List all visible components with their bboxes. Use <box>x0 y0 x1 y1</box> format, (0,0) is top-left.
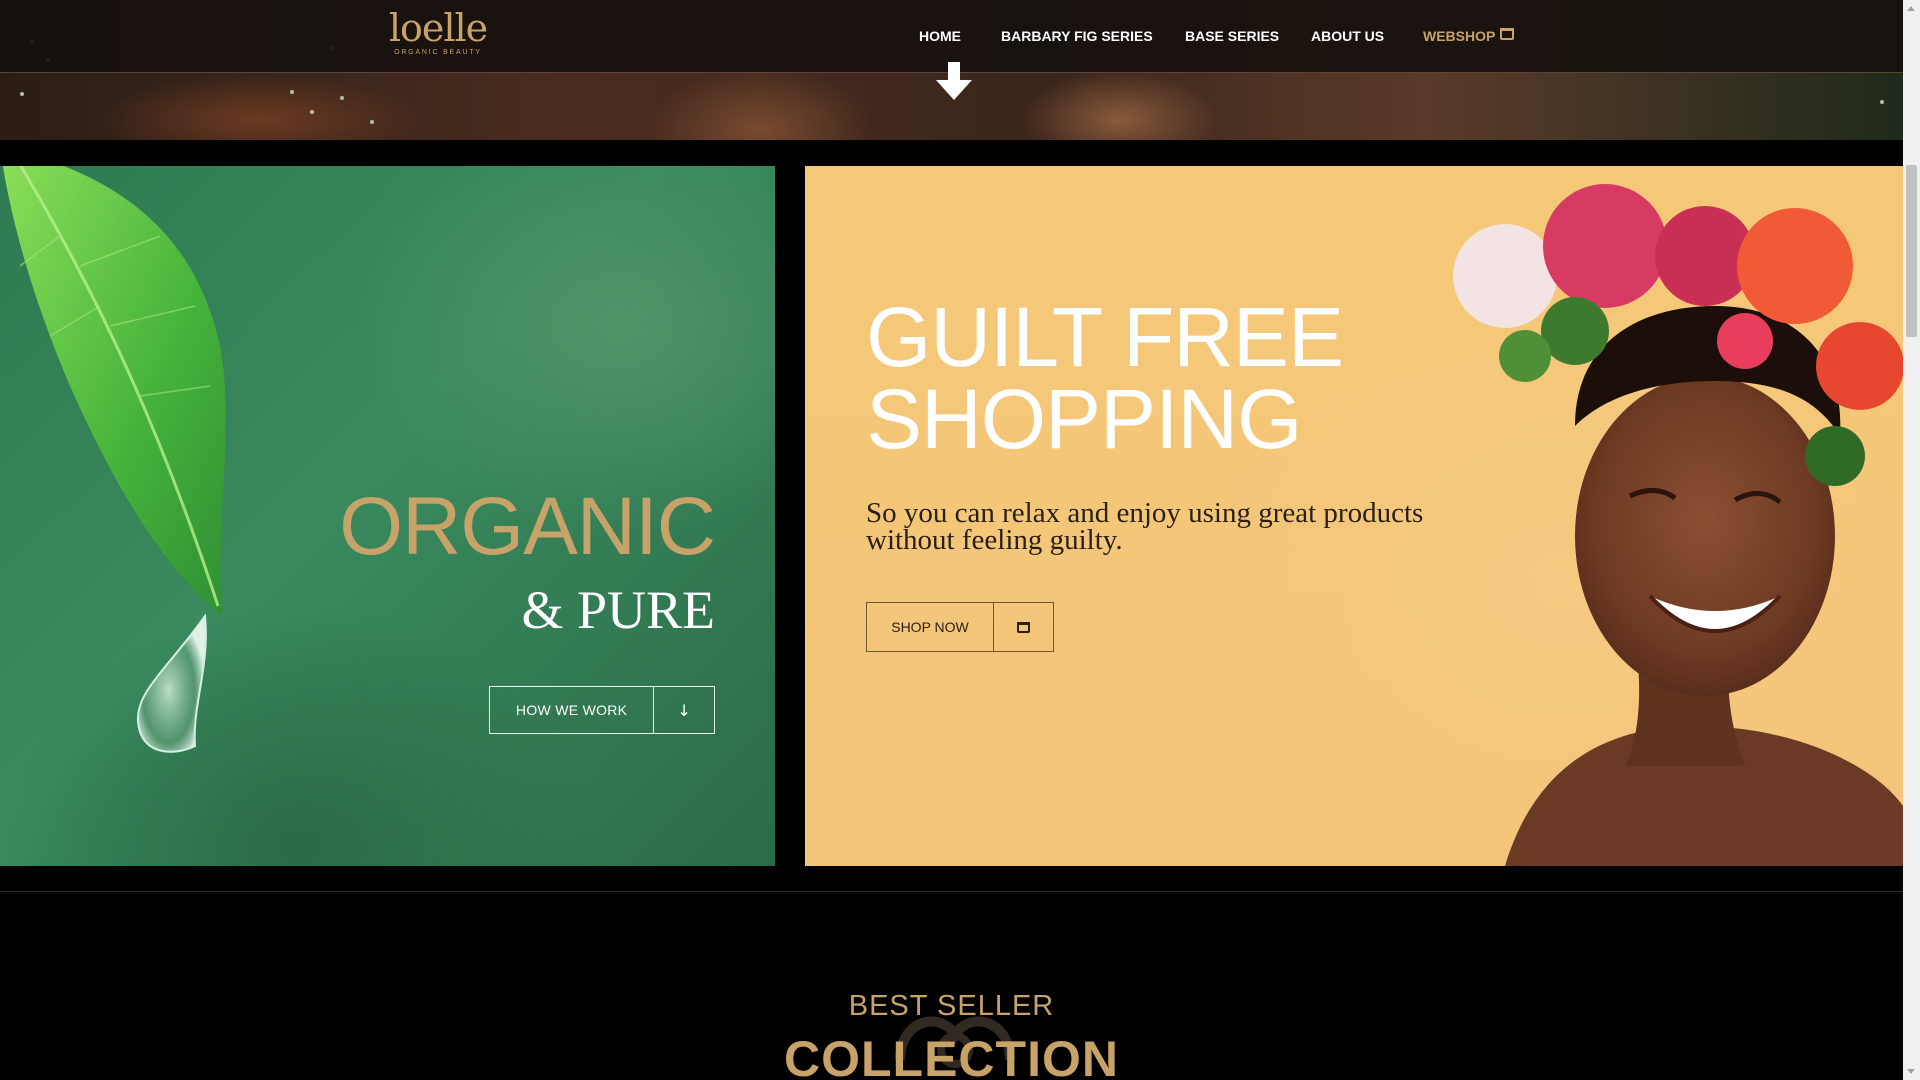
page: loelle ORGANIC BEAUTY HOME BARBARY FIG S… <box>0 0 1920 1080</box>
nav-item-home[interactable]: HOME <box>919 28 961 44</box>
scroll-up-icon[interactable] <box>1907 6 1915 11</box>
flower-decoration <box>370 120 374 124</box>
section-divider <box>0 891 1903 892</box>
how-we-work-button[interactable]: HOW WE WORK ↓ <box>489 686 715 734</box>
guilt-free-promo-card: GUILT FREE SHOPPING So you can relax and… <box>805 166 1903 866</box>
scrollbar[interactable] <box>1903 0 1920 1080</box>
guilt-free-heading: GUILT FREE SHOPPING <box>866 290 1426 466</box>
organic-heading: ORGANIC <box>339 481 716 572</box>
cart-icon <box>993 603 1053 651</box>
flower-decoration <box>1880 100 1884 104</box>
nav-item-base-series[interactable]: BASE SERIES <box>1185 28 1279 44</box>
leaf-waterdrop-image <box>2 166 226 753</box>
how-we-work-label: HOW WE WORK <box>515 702 628 718</box>
organic-promo-card: ORGANIC & PURE <box>0 166 775 866</box>
logo[interactable]: loelle ORGANIC BEAUTY <box>388 8 488 62</box>
shop-now-button[interactable]: SHOP NOW <box>866 602 1054 652</box>
logo-tagline: ORGANIC BEAUTY <box>394 49 482 56</box>
flower-decoration <box>290 90 294 94</box>
flower-decoration <box>310 110 314 114</box>
flower-decoration <box>340 96 344 100</box>
guilt-free-heading-line1: GUILT FREE <box>866 290 1344 384</box>
shop-now-label: SHOP NOW <box>891 619 969 635</box>
cart-icon <box>1500 28 1515 40</box>
arrow-down-icon: ↓ <box>653 687 714 733</box>
collection-heading: COLLECTION <box>784 1031 1119 1080</box>
organic-subheading: & PURE <box>521 580 715 640</box>
scroll-down-icon[interactable] <box>1907 1069 1915 1074</box>
arrow-down-icon[interactable] <box>932 60 976 104</box>
nav-item-about-us[interactable]: ABOUT US <box>1311 28 1384 44</box>
flower-decoration <box>20 92 24 96</box>
scrollbar-thumb[interactable] <box>1906 165 1917 337</box>
nav-item-webshop[interactable]: WEBSHOP <box>1423 28 1515 44</box>
nav-item-barbary-fig-series[interactable]: BARBARY FIG SERIES <box>1001 28 1153 44</box>
logo-wordmark: loelle <box>388 6 488 50</box>
best-seller-kicker: BEST SELLER <box>848 990 1055 1022</box>
nav-item-webshop-label: WEBSHOP <box>1423 28 1496 44</box>
guilt-free-description: So you can relax and enjoy using great p… <box>866 497 1424 556</box>
guilt-free-heading-line2: SHOPPING <box>866 372 1302 466</box>
